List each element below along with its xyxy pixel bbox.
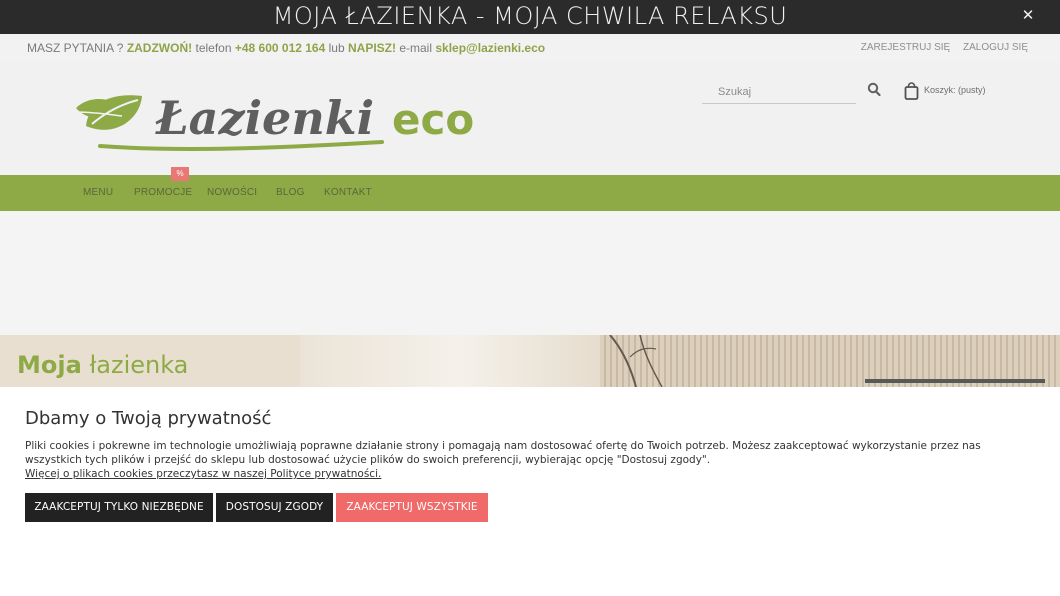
search-box — [702, 80, 856, 104]
hero-light — [300, 335, 620, 387]
cart-button[interactable]: Koszyk: (pusty) — [904, 80, 1004, 104]
register-link[interactable]: ZAREJESTRUJ SIĘ — [861, 42, 950, 53]
content-spacer — [0, 211, 1060, 335]
account-links: ZAREJESTRUJ SIĘ ZALOGUJ SIĘ — [851, 42, 1028, 53]
login-link[interactable]: ZALOGUJ SIĘ — [963, 42, 1028, 53]
hero-title-bold: Moja — [17, 351, 82, 379]
logo-text: Łazienki — [155, 91, 374, 145]
hero-title: Moja łazienka — [17, 351, 188, 379]
site-header: Łazienki eco Koszyk: (pusty) — [0, 62, 1060, 175]
logo-eco: eco — [392, 95, 474, 144]
search-input[interactable] — [702, 80, 856, 104]
phone-link[interactable]: +48 600 012 164 — [235, 41, 325, 55]
contact-or: lub — [328, 41, 345, 55]
hero-banner[interactable]: Moja łazienka — [0, 335, 1060, 387]
nav-item-blog[interactable]: BLOG — [276, 187, 305, 198]
promo-badge: % — [171, 167, 189, 181]
cart-label: Koszyk: (pusty) — [924, 85, 986, 95]
towel-rail — [865, 379, 1045, 383]
page-background: MASZ PYTANIA ? ZADZWOŃ! telefon +48 600 … — [0, 34, 1060, 387]
announcement-bar: MOJA ŁAZIENKA - MOJA CHWILA RELAKSU ✕ — [0, 0, 1060, 34]
accept-necessary-button[interactable]: ZAAKCEPTUJ TYLKO NIEZBĘDNE — [25, 493, 213, 522]
email-label: e-mail — [399, 41, 432, 55]
site-logo[interactable]: Łazienki eco — [70, 86, 500, 158]
nav-item-kontakt[interactable]: KONTAKT — [324, 187, 372, 198]
announcement-title: MOJA ŁAZIENKA - MOJA CHWILA RELAKSU — [272, 2, 788, 30]
phone-label: telefon — [195, 41, 232, 55]
contact-bar: MASZ PYTANIA ? ZADZWOŃ! telefon +48 600 … — [0, 34, 1060, 62]
search-icon[interactable] — [867, 82, 881, 98]
branch-icon — [609, 335, 663, 387]
logo-leaf-icon: Łazienki eco — [76, 91, 474, 151]
contact-write: NAPISZ! — [347, 41, 396, 55]
cookie-body: Pliki cookies i pokrewne im technologie … — [25, 440, 981, 466]
email-link[interactable]: sklep@lazienki.eco — [435, 41, 545, 55]
privacy-policy-link[interactable]: Więcej o plikach cookies przeczytasz w n… — [25, 468, 381, 481]
shopping-bag-icon — [904, 82, 919, 100]
close-icon[interactable]: ✕ — [1020, 7, 1036, 25]
contact-question: MASZ PYTANIA ? — [27, 41, 124, 55]
cookie-heading: Dbamy o Twoją prywatność — [25, 408, 272, 429]
accept-all-button[interactable]: ZAAKCEPTUJ WSZYSTKIE — [336, 493, 488, 522]
customize-consents-button[interactable]: DOSTOSUJ ZGODY — [216, 493, 333, 522]
contact-call: ZADZWOŃ! — [126, 41, 193, 55]
nav-item-promocje[interactable]: PROMOCJE — [134, 187, 192, 198]
hero-title-rest: łazienka — [89, 351, 189, 379]
cookie-banner: Dbamy o Twoją prywatność Pliki cookies i… — [0, 387, 1060, 596]
contact-info: MASZ PYTANIA ? ZADZWOŃ! telefon +48 600 … — [27, 41, 545, 55]
nav-item-menu[interactable]: MENU — [83, 187, 113, 198]
main-nav: MENU PROMOCJE % NOWOŚCI BLOG KONTAKT — [0, 167, 1060, 211]
nav-item-nowosci[interactable]: NOWOŚCI — [207, 187, 257, 198]
